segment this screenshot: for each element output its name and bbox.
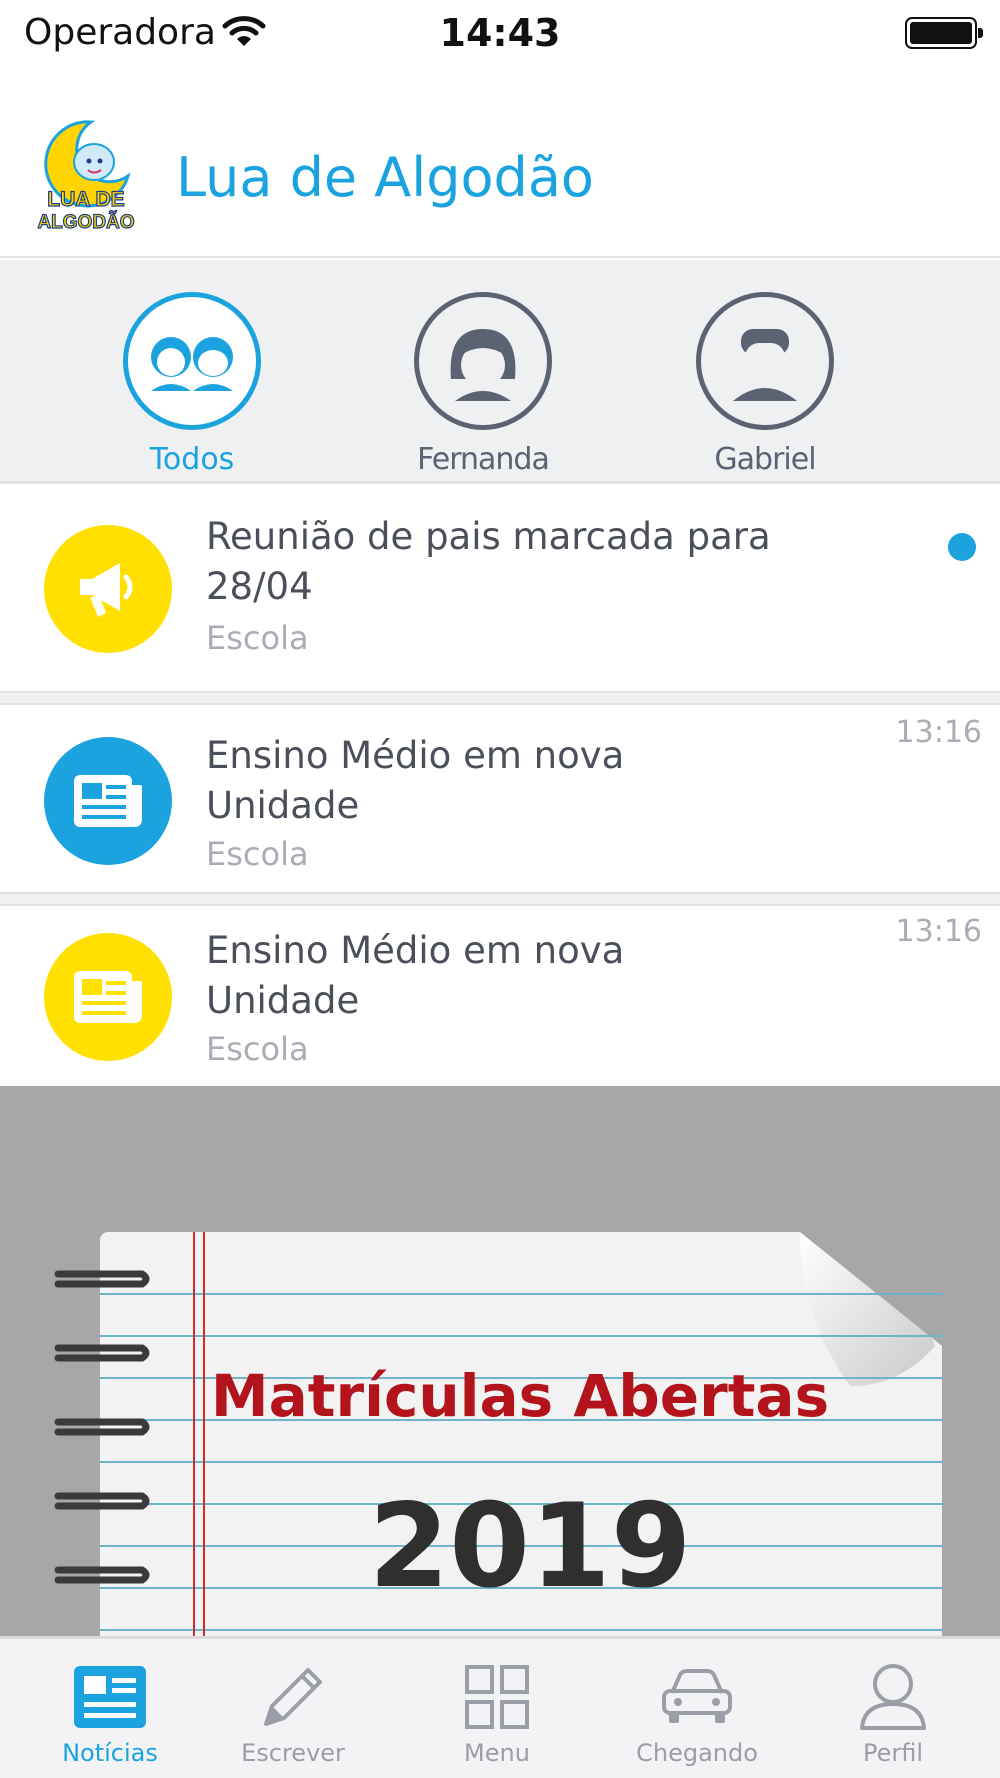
logo-text-top: LUA DE [47,188,124,211]
tab-label: Escrever [241,1739,345,1767]
news-source: Escola [206,1030,309,1068]
child-selector: Todos Fernanda Gabriel [0,260,1000,484]
child-filter-todos[interactable]: Todos [107,292,277,477]
school-logo: LUA DE ALGODÃO [36,114,136,238]
tab-escrever[interactable]: Escrever [208,1659,378,1767]
group-icon [123,292,261,430]
megaphone-icon [44,525,172,653]
enrollment-banner[interactable]: Matrículas Abertas 2019 [0,1086,1000,1640]
child-label: Gabriel [714,442,816,477]
app-header: LUA DE ALGODÃO Lua de Algodão [0,68,1000,258]
feed-divider [0,691,1000,705]
person-icon [808,1659,978,1735]
newspaper-icon [44,737,172,865]
news-time: 13:16 [895,715,982,750]
news-item[interactable]: Ensino Médio em nova Unidade Escola 13:1… [0,705,1000,892]
news-time: 13:16 [895,914,982,949]
tab-label: Perfil [862,1739,924,1767]
tab-label: Menu [464,1739,530,1767]
child-filter-gabriel[interactable]: Gabriel [680,292,850,477]
boy-avatar-icon [696,292,834,430]
tab-menu[interactable]: Menu [412,1659,582,1767]
grid-icon [412,1659,582,1735]
tab-noticias[interactable]: Notícias [25,1659,195,1767]
app-title: Lua de Algodão [176,146,594,209]
unread-indicator [948,533,976,561]
newspaper-icon [44,933,172,1061]
news-source: Escola [206,619,309,657]
news-title: Ensino Médio em nova Unidade [206,929,625,1022]
banner-headline: Matrículas Abertas [211,1362,829,1430]
news-item[interactable]: Reunião de pais marcada para 28/04 Escol… [0,487,1000,691]
child-label: Fernanda [417,442,550,477]
news-title: Reunião de pais marcada para 28/04 [206,515,771,608]
logo-text-bottom: ALGODÃO [37,211,134,233]
child-label: Todos [149,442,235,477]
tab-label: Chegando [636,1739,758,1767]
tab-label: Notícias [62,1739,158,1767]
girl-avatar-icon [414,292,552,430]
battery-icon [905,17,983,49]
news-source: Escola [206,835,309,873]
pencil-icon [208,1659,378,1735]
feed-divider [0,892,1000,906]
tab-bar: Notícias Escrever Menu Chegando Perfil [0,1636,1000,1778]
car-icon [612,1659,782,1735]
tab-perfil[interactable]: Perfil [808,1659,978,1767]
news-icon [25,1659,195,1735]
child-filter-fernanda[interactable]: Fernanda [398,292,568,477]
status-bar: Operadora 14:43 [0,0,1000,68]
news-title: Ensino Médio em nova Unidade [206,734,625,827]
news-item[interactable]: Ensino Médio em nova Unidade Escola 13:1… [0,906,1000,1086]
status-time: 14:43 [439,11,561,55]
tab-chegando[interactable]: Chegando [612,1659,782,1767]
banner-year: 2019 [369,1479,692,1614]
